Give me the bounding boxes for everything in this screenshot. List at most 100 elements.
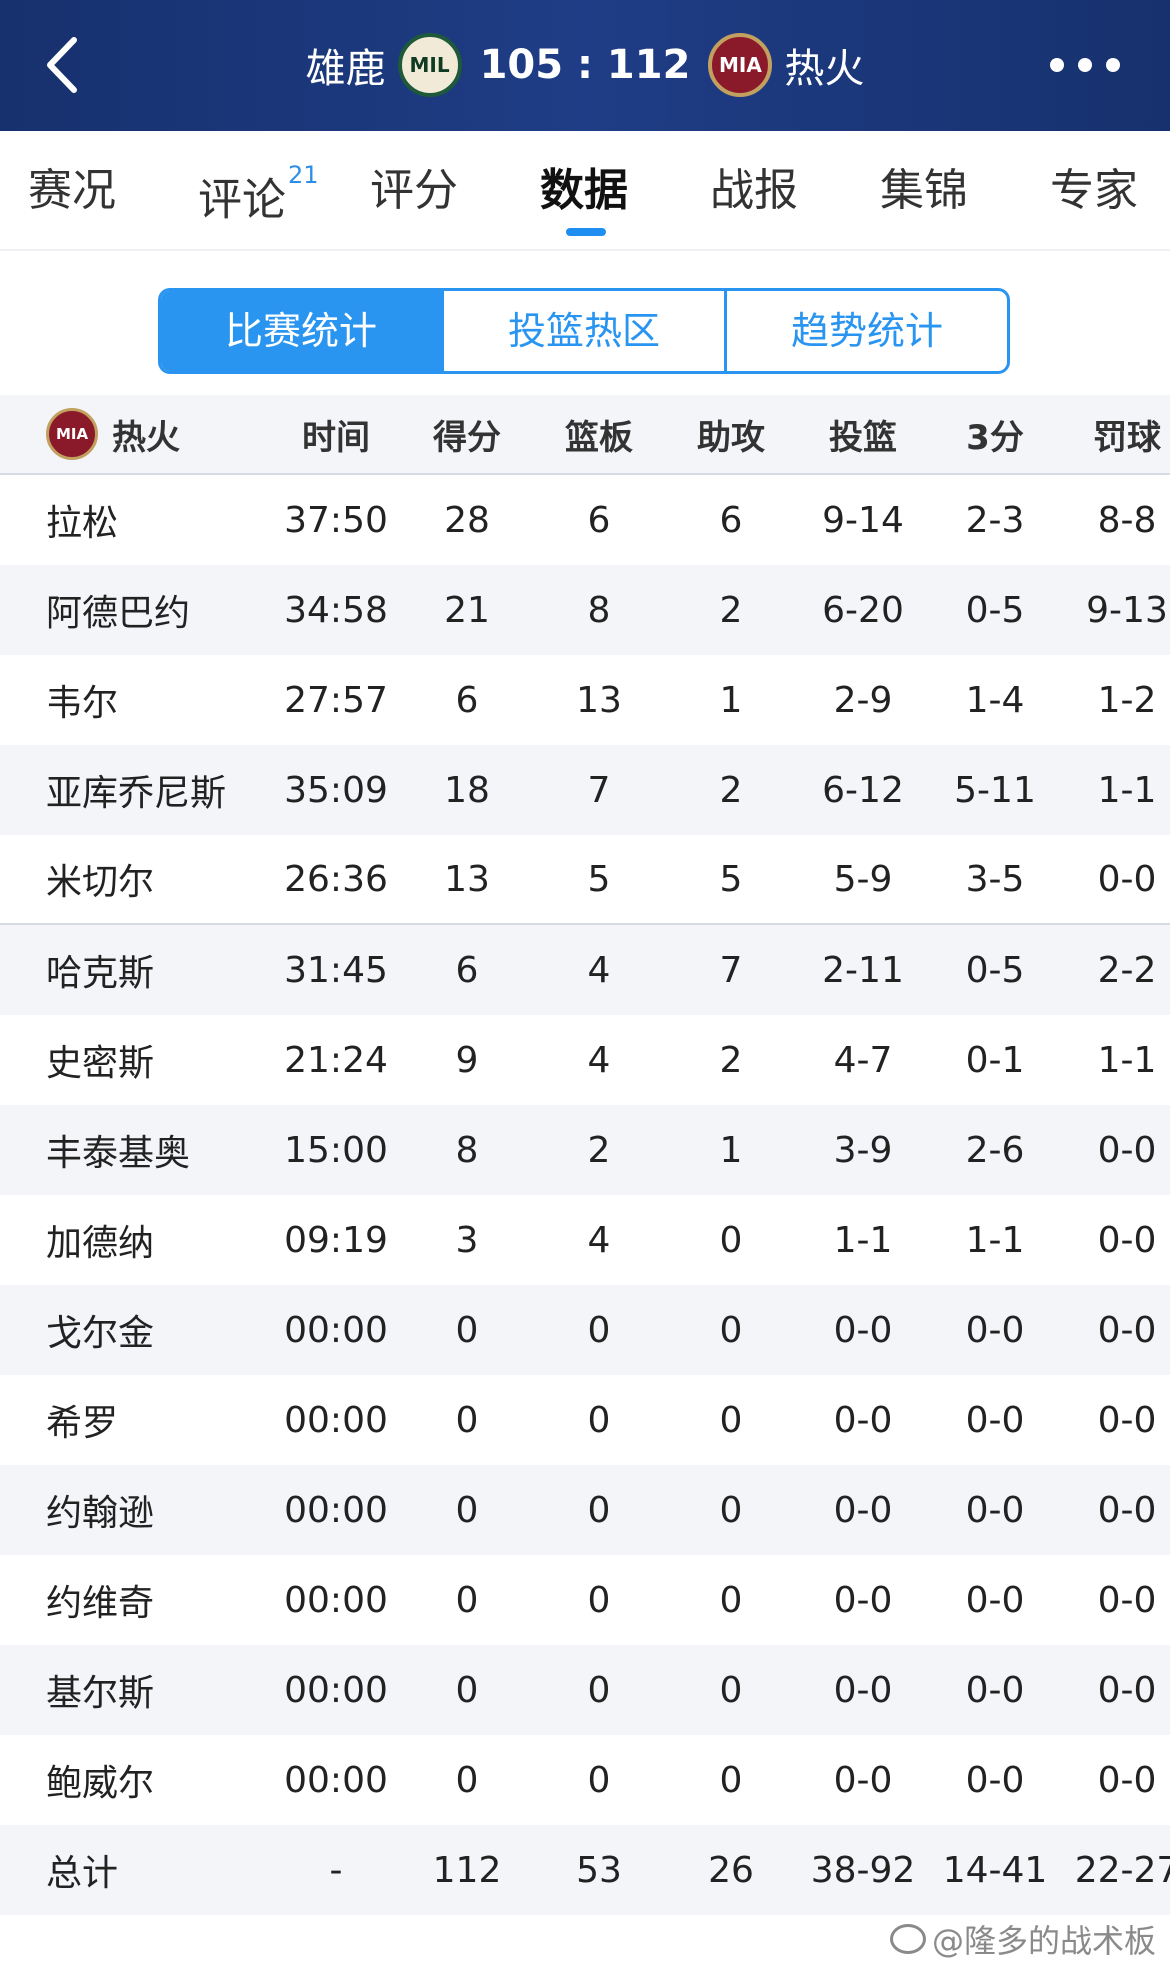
weibo-icon bbox=[889, 1924, 926, 1954]
table-row[interactable]: 希罗 00:00 0 0 0 0-0 0-0 0-0 bbox=[0, 1375, 1170, 1465]
table-row[interactable]: 鲍威尔 00:00 0 0 0 0-0 0-0 0-0 bbox=[0, 1735, 1170, 1825]
assists: 1 bbox=[719, 679, 743, 721]
game-header: 雄鹿 MIL 105 : 112 MIA 热火 bbox=[0, 0, 1170, 131]
free-throws: 2-2 bbox=[1097, 949, 1157, 991]
table-row[interactable]: 戈尔金 00:00 0 0 0 0-0 0-0 0-0 bbox=[0, 1285, 1170, 1375]
home-team-name: 雄鹿 bbox=[305, 46, 386, 92]
minutes: 15:00 bbox=[284, 1129, 388, 1171]
total-row: 总计 - 112 53 26 38-92 14-41 22-27 bbox=[0, 1825, 1170, 1915]
minutes: 35:09 bbox=[284, 769, 388, 811]
points: 13 bbox=[444, 858, 490, 900]
segment-shot-chart[interactable]: 投篮热区 bbox=[444, 291, 727, 371]
table-row[interactable]: 约翰逊 00:00 0 0 0 0-0 0-0 0-0 bbox=[0, 1465, 1170, 1555]
points: 0 bbox=[455, 1489, 479, 1531]
tab-report[interactable]: 战报 bbox=[710, 161, 798, 221]
three-pointers: 14-41 bbox=[942, 1849, 1048, 1891]
free-throws: 0-0 bbox=[1097, 1669, 1157, 1711]
tab-data[interactable]: 数据 bbox=[540, 161, 628, 221]
total-label: 总计 bbox=[46, 1853, 119, 1894]
tab-highlights[interactable]: 集锦 bbox=[880, 161, 968, 221]
assists: 0 bbox=[719, 1579, 743, 1621]
rebounds: 4 bbox=[587, 1039, 611, 1081]
player-name: 戈尔金 bbox=[46, 1313, 155, 1354]
tab-comments[interactable]: 评论21 bbox=[198, 161, 319, 226]
rebounds: 0 bbox=[587, 1489, 611, 1531]
player-name: 史密斯 bbox=[46, 1043, 155, 1084]
rebounds: 8 bbox=[587, 589, 611, 631]
points: 18 bbox=[444, 769, 490, 811]
three-pointers: 2-3 bbox=[965, 499, 1025, 541]
player-name: 加德纳 bbox=[46, 1223, 155, 1264]
rebounds: 4 bbox=[587, 1219, 611, 1261]
assists: 0 bbox=[719, 1759, 743, 1801]
player-name: 亚库乔尼斯 bbox=[46, 773, 227, 814]
field-goals: 2-11 bbox=[822, 949, 904, 991]
col-header-points[interactable]: 得分 bbox=[397, 395, 537, 473]
three-pointers: 0-5 bbox=[965, 949, 1025, 991]
rebounds: 7 bbox=[587, 769, 611, 811]
col-header-three-pointers[interactable]: 3分 bbox=[925, 395, 1065, 473]
assists: 6 bbox=[719, 499, 743, 541]
field-goals: 1-1 bbox=[833, 1219, 893, 1261]
segment-trend-stats[interactable]: 趋势统计 bbox=[727, 291, 1007, 371]
tab-ratings[interactable]: 评分 bbox=[370, 161, 458, 221]
free-throws: 22-27 bbox=[1074, 1849, 1170, 1891]
field-goals: 6-20 bbox=[822, 589, 904, 631]
col-header-assists[interactable]: 助攻 bbox=[661, 395, 801, 473]
points: 8 bbox=[455, 1129, 479, 1171]
minutes: 00:00 bbox=[284, 1309, 388, 1351]
rebounds: 0 bbox=[587, 1399, 611, 1441]
field-goals: 0-0 bbox=[833, 1309, 893, 1351]
game-score: 105 : 112 bbox=[479, 42, 691, 88]
free-throws: 0-0 bbox=[1097, 1399, 1157, 1441]
table-row[interactable]: 拉松 37:50 28 6 6 9-14 2-3 8-8 bbox=[0, 475, 1170, 565]
col-header-field-goals[interactable]: 投篮 bbox=[793, 395, 933, 473]
three-pointers: 1-4 bbox=[965, 679, 1025, 721]
three-pointers: 0-0 bbox=[965, 1489, 1025, 1531]
field-goals: 0-0 bbox=[833, 1489, 893, 1531]
player-name: 哈克斯 bbox=[46, 953, 155, 994]
table-row[interactable]: 米切尔 26:36 13 5 5 5-9 3-5 0-0 bbox=[0, 835, 1170, 925]
field-goals: 5-9 bbox=[833, 858, 893, 900]
table-row[interactable]: 基尔斯 00:00 0 0 0 0-0 0-0 0-0 bbox=[0, 1645, 1170, 1735]
rebounds: 5 bbox=[587, 858, 611, 900]
table-row[interactable]: 史密斯 21:24 9 4 2 4-7 0-1 1-1 bbox=[0, 1015, 1170, 1105]
table-row[interactable]: 哈克斯 31:45 6 4 7 2-11 0-5 2-2 bbox=[0, 925, 1170, 1015]
three-pointers: 0-0 bbox=[965, 1759, 1025, 1801]
table-row[interactable]: 加德纳 09:19 3 4 0 1-1 1-1 0-0 bbox=[0, 1195, 1170, 1285]
minutes: 00:00 bbox=[284, 1489, 388, 1531]
free-throws: 0-0 bbox=[1097, 1129, 1157, 1171]
col-header-free-throws[interactable]: 罚球 bbox=[1057, 395, 1170, 473]
assists: 0 bbox=[719, 1399, 743, 1441]
three-pointers: 0-0 bbox=[965, 1309, 1025, 1351]
assists: 2 bbox=[719, 589, 743, 631]
player-name: 约维奇 bbox=[46, 1583, 155, 1624]
table-row[interactable]: 韦尔 27:57 6 13 1 2-9 1-4 1-2 bbox=[0, 655, 1170, 745]
minutes: 09:19 bbox=[284, 1219, 388, 1261]
player-name: 米切尔 bbox=[46, 862, 155, 903]
table-row[interactable]: 丰泰基奥 15:00 8 2 1 3-9 2-6 0-0 bbox=[0, 1105, 1170, 1195]
three-pointers: 0-1 bbox=[965, 1039, 1025, 1081]
free-throws: 0-0 bbox=[1097, 1759, 1157, 1801]
rebounds: 0 bbox=[587, 1759, 611, 1801]
col-header-time[interactable]: 时间 bbox=[266, 395, 406, 473]
three-pointers: 0-0 bbox=[965, 1579, 1025, 1621]
points: 6 bbox=[455, 679, 479, 721]
player-name: 拉松 bbox=[46, 503, 119, 544]
free-throws: 9-13 bbox=[1086, 589, 1168, 631]
assists: 2 bbox=[719, 769, 743, 811]
table-row[interactable]: 约维奇 00:00 0 0 0 0-0 0-0 0-0 bbox=[0, 1555, 1170, 1645]
col-header-rebounds[interactable]: 篮板 bbox=[529, 395, 669, 473]
assists: 26 bbox=[708, 1849, 754, 1891]
table-row[interactable]: 亚库乔尼斯 35:09 18 7 2 6-12 5-11 1-1 bbox=[0, 745, 1170, 835]
points: 28 bbox=[444, 499, 490, 541]
tab-experts[interactable]: 专家 bbox=[1050, 161, 1138, 221]
rebounds: 0 bbox=[587, 1309, 611, 1351]
rebounds: 13 bbox=[576, 679, 622, 721]
more-icon[interactable] bbox=[1050, 50, 1120, 80]
player-name: 阿德巴约 bbox=[46, 593, 191, 634]
table-row[interactable]: 阿德巴约 34:58 21 8 2 6-20 0-5 9-13 bbox=[0, 565, 1170, 655]
segment-game-stats[interactable]: 比赛统计 bbox=[161, 291, 444, 371]
tab-live[interactable]: 赛况 bbox=[28, 161, 116, 221]
minutes: 31:45 bbox=[284, 949, 388, 991]
